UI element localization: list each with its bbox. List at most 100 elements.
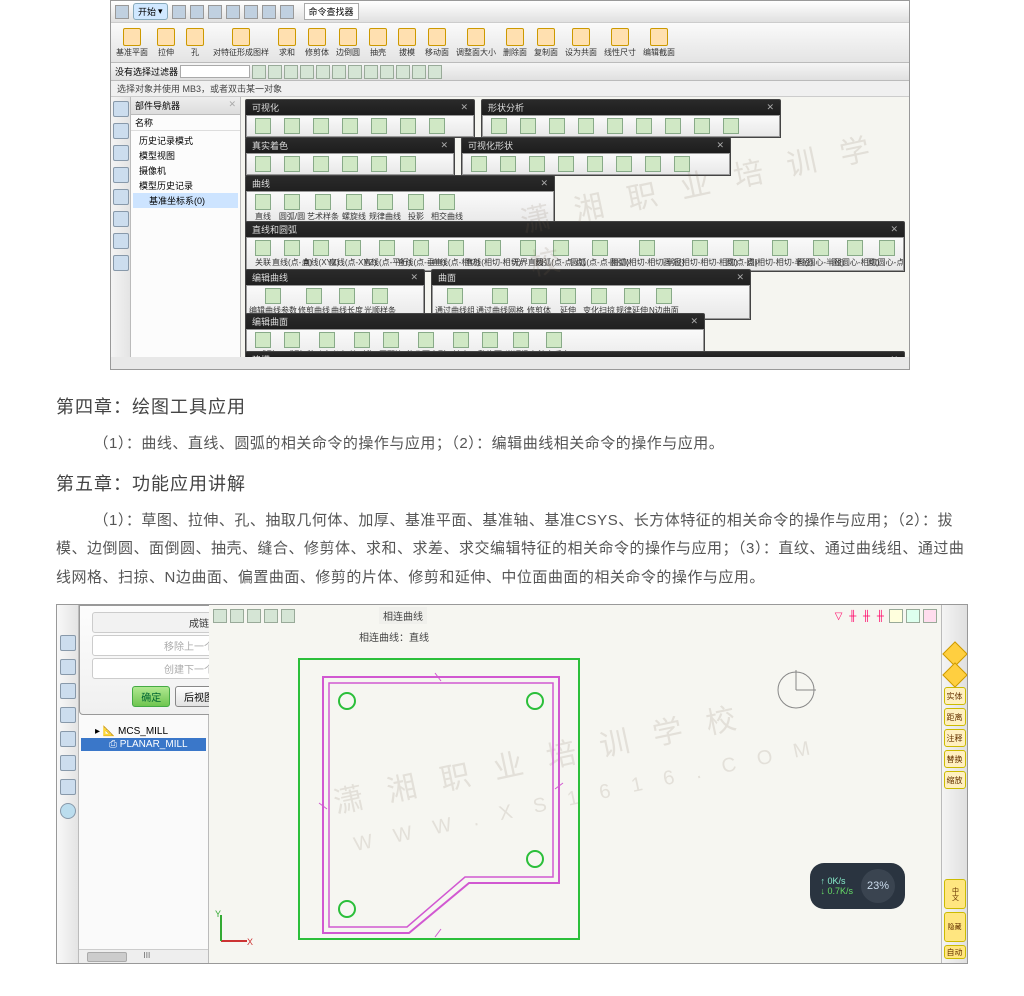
tree-item[interactable]: 模型视图 bbox=[133, 148, 238, 163]
view-icon[interactable] bbox=[247, 609, 261, 623]
toolbar-item[interactable]: 延伸 bbox=[554, 288, 582, 316]
sel-icon[interactable] bbox=[332, 65, 346, 79]
tree-item-selected[interactable]: 基准坐标系(0) bbox=[133, 193, 238, 208]
ribbon-item[interactable]: 拔模 bbox=[393, 27, 421, 59]
vis-icon[interactable] bbox=[255, 118, 271, 134]
shade-icon[interactable] bbox=[255, 156, 271, 172]
dock-pill[interactable]: 实体 bbox=[944, 687, 966, 705]
shade-icon[interactable] bbox=[400, 156, 416, 172]
tree-item-planar-selected[interactable]: ⎙ PLANAR_MILL bbox=[81, 738, 206, 751]
ok-button[interactable]: 确定 bbox=[132, 686, 170, 707]
toolbar-item[interactable]: 圆弧(相切-相切-相切) bbox=[674, 240, 726, 268]
dock-tab-icon[interactable] bbox=[60, 659, 76, 675]
ribbon-item[interactable]: 删除面 bbox=[500, 27, 530, 59]
scrollbar-thumb[interactable] bbox=[87, 952, 127, 962]
vis-icon[interactable] bbox=[371, 118, 387, 134]
toolbar-item[interactable]: 编辑曲线参数 bbox=[249, 288, 297, 316]
toolbar-item[interactable]: 直线 bbox=[249, 194, 277, 222]
dock-tab-icon[interactable] bbox=[60, 635, 76, 651]
toolbar-item[interactable]: 修剪曲线 bbox=[298, 288, 330, 316]
sel-icon[interactable] bbox=[412, 65, 426, 79]
ribbon-item[interactable]: 求和 bbox=[273, 27, 301, 59]
toolbar-item[interactable]: 圆(圆心-点) bbox=[873, 240, 901, 268]
command-finder[interactable]: 命令查找器 bbox=[304, 3, 359, 20]
vshape-icon[interactable] bbox=[558, 156, 574, 172]
horizontal-scrollbar[interactable]: III bbox=[79, 949, 208, 963]
tree-item[interactable]: 摄像机 bbox=[133, 163, 238, 178]
ribbon-item[interactable]: 基准平面 bbox=[113, 27, 151, 59]
qat-icon[interactable] bbox=[244, 5, 258, 19]
qat-icon[interactable] bbox=[262, 5, 276, 19]
dock-tab-icon[interactable] bbox=[113, 255, 129, 271]
shape-icon[interactable] bbox=[491, 118, 507, 134]
dock-pill[interactable]: 自动 bbox=[944, 945, 966, 959]
dock-tab-icon[interactable] bbox=[113, 189, 129, 205]
shade-icon[interactable] bbox=[313, 156, 329, 172]
sel-icon[interactable] bbox=[268, 65, 282, 79]
close-icon[interactable]: ✕ bbox=[716, 140, 724, 151]
dock-tab-icon[interactable] bbox=[60, 779, 76, 795]
vshape-icon[interactable] bbox=[471, 156, 487, 172]
ribbon-item[interactable]: 复制面 bbox=[531, 27, 561, 59]
nav-close-icon[interactable]: ✕ bbox=[228, 99, 236, 112]
snap-icon[interactable] bbox=[906, 609, 920, 623]
close-icon[interactable]: ✕ bbox=[690, 316, 698, 327]
vshape-icon[interactable] bbox=[645, 156, 661, 172]
sel-icon[interactable] bbox=[348, 65, 362, 79]
toolbar-item[interactable]: 通过曲线组 bbox=[435, 288, 475, 316]
dock-tab-icon[interactable] bbox=[60, 707, 76, 723]
view-icon[interactable] bbox=[264, 609, 278, 623]
dock-pill[interactable]: 隐藏 bbox=[944, 912, 966, 942]
toolbar-item[interactable]: 光顺样条 bbox=[364, 288, 396, 316]
dock-pill[interactable]: 缩放 bbox=[944, 771, 966, 789]
shape-icon[interactable] bbox=[636, 118, 652, 134]
toolbar-item[interactable]: 规律延伸 bbox=[616, 288, 648, 316]
dock-pill[interactable]: 替换 bbox=[944, 750, 966, 768]
snap-icon[interactable] bbox=[889, 609, 903, 623]
vshape-icon[interactable] bbox=[616, 156, 632, 172]
close-icon[interactable]: ✕ bbox=[766, 102, 774, 113]
dock-tab-icon[interactable] bbox=[113, 211, 129, 227]
qat-icon[interactable] bbox=[280, 5, 294, 19]
toolbar-item[interactable]: 相交曲线 bbox=[431, 194, 463, 222]
toolbar-item[interactable]: 修剪体 bbox=[525, 288, 553, 316]
shade-icon[interactable] bbox=[371, 156, 387, 172]
dock-tab-icon[interactable] bbox=[113, 167, 129, 183]
close-icon[interactable]: ✕ bbox=[890, 224, 898, 235]
vis-icon[interactable] bbox=[313, 118, 329, 134]
vis-icon[interactable] bbox=[400, 118, 416, 134]
dock-tab-icon[interactable] bbox=[113, 123, 129, 139]
graphics-canvas[interactable]: ▽ ╫ ╫ ╫ 相连曲线 相连曲线：直线 潇 湘 职 业 培 训 学 校 W W… bbox=[209, 605, 941, 963]
dock-tab-icon[interactable] bbox=[60, 755, 76, 771]
toolbar-item[interactable]: 曲线长度 bbox=[331, 288, 363, 316]
ribbon-item[interactable]: 边倒圆 bbox=[333, 27, 363, 59]
ribbon-item[interactable]: 调整面大小 bbox=[453, 27, 499, 59]
sel-icon[interactable] bbox=[252, 65, 266, 79]
sel-icon[interactable] bbox=[284, 65, 298, 79]
sel-icon[interactable] bbox=[396, 65, 410, 79]
ribbon-item[interactable]: 拉伸 bbox=[152, 27, 180, 59]
tree-item-mcs[interactable]: ▸ 📐 MCS_MILL bbox=[81, 725, 206, 738]
toolbar-item[interactable]: N边曲面 bbox=[649, 288, 679, 316]
ribbon-item[interactable]: 设为共面 bbox=[562, 27, 600, 59]
toolbar-item[interactable]: 直线(相切-相切) bbox=[474, 240, 513, 268]
start-menu[interactable]: 开始 ▾ bbox=[133, 3, 168, 20]
toolbar-item[interactable]: 螺旋线 bbox=[340, 194, 368, 222]
view-icon[interactable] bbox=[230, 609, 244, 623]
dock-tab-icon[interactable] bbox=[113, 101, 129, 117]
close-icon[interactable]: ✕ bbox=[890, 354, 898, 357]
dock-tab-icon[interactable] bbox=[60, 731, 76, 747]
sel-icon[interactable] bbox=[380, 65, 394, 79]
toolbar-item[interactable]: 艺术样条 bbox=[307, 194, 339, 222]
dock-tab-icon[interactable] bbox=[113, 233, 129, 249]
shade-icon[interactable] bbox=[342, 156, 358, 172]
toolbar-item[interactable]: 规律曲线 bbox=[369, 194, 401, 222]
view-icon[interactable] bbox=[213, 609, 227, 623]
shape-icon[interactable] bbox=[578, 118, 594, 134]
ribbon-item[interactable]: 修剪体 bbox=[302, 27, 332, 59]
ribbon-item[interactable]: 对特征形成图样 bbox=[210, 27, 272, 59]
toolbar-item[interactable]: 投影 bbox=[402, 194, 430, 222]
dock-tab-icon[interactable] bbox=[113, 145, 129, 161]
qat-icon[interactable] bbox=[172, 5, 186, 19]
shape-icon[interactable] bbox=[549, 118, 565, 134]
